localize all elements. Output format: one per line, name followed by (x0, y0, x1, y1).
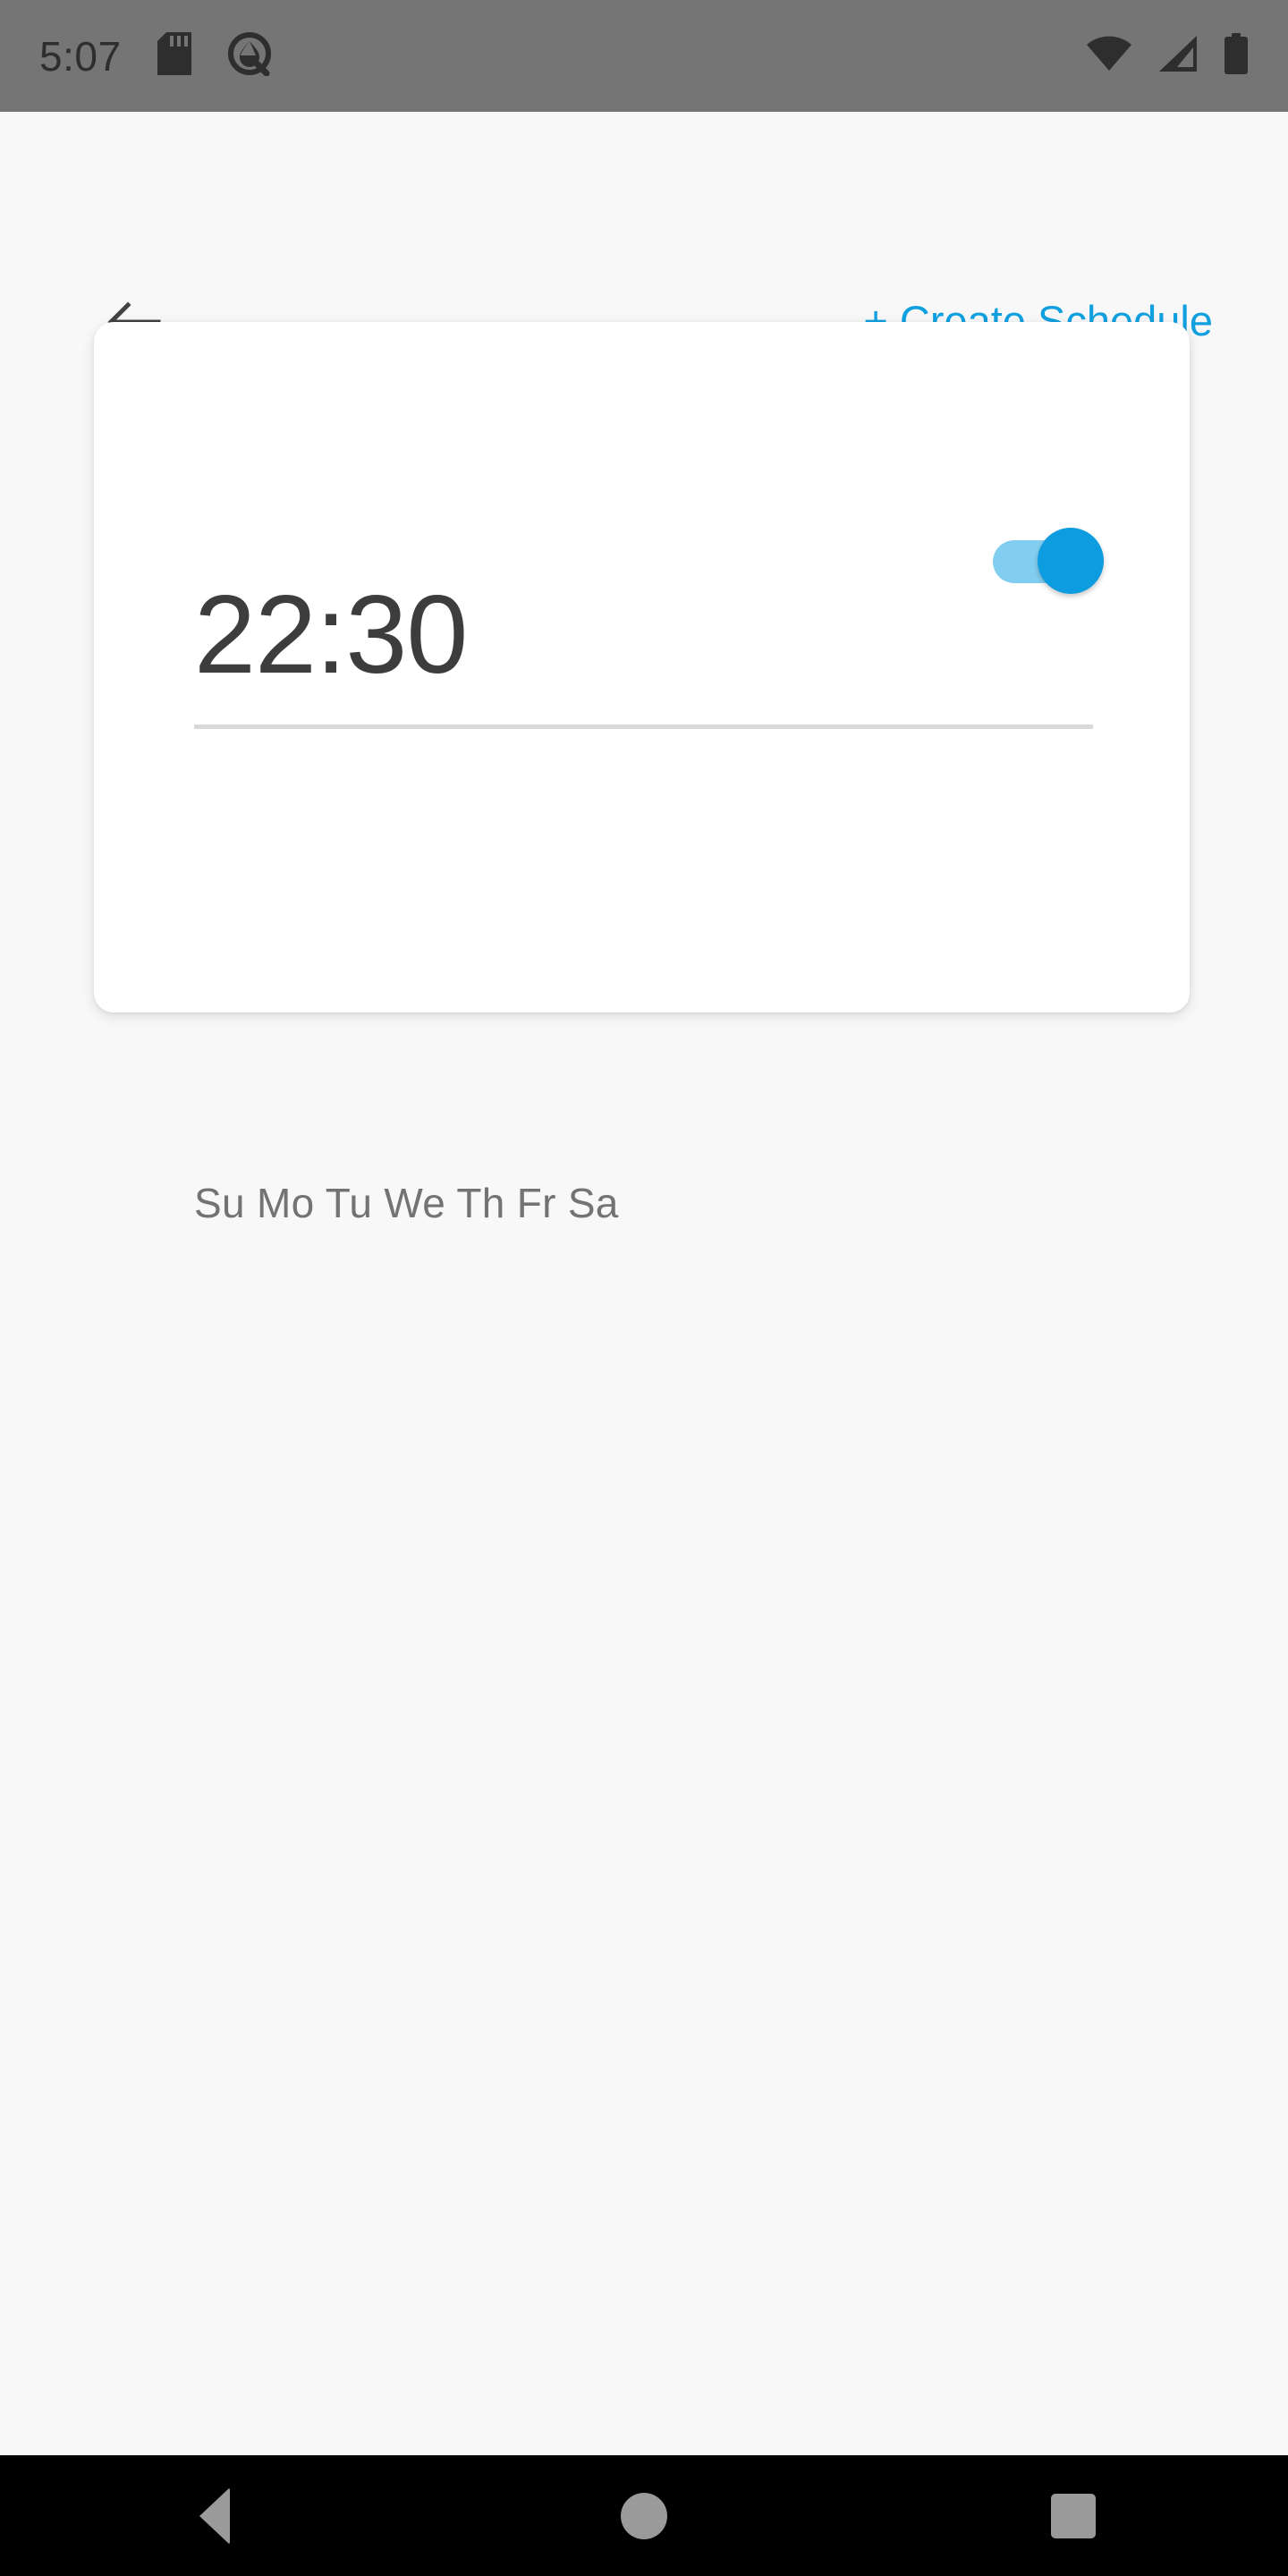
app-bar: + Create Schedule (0, 112, 1288, 344)
cellular-signal-icon (1157, 35, 1199, 77)
wifi-icon (1086, 35, 1132, 77)
nav-back-button[interactable] (125, 2455, 304, 2576)
android-navigation-bar (0, 2455, 1288, 2576)
battery-icon (1224, 33, 1249, 79)
schedule-card-divider (194, 724, 1093, 729)
status-bar-right (1086, 33, 1249, 79)
triangle-left-icon (199, 2487, 230, 2545)
phone-screen: 5:07 + Create Schedule 22:30 Su Mo Tu We… (0, 0, 1288, 2576)
status-bar-clock: 5:07 (39, 32, 122, 80)
schedule-card[interactable]: 22:30 Su Mo Tu We Th Fr Sa (94, 322, 1190, 1224)
toggle-thumb (1038, 528, 1104, 594)
schedule-card-header: 22:30 (94, 322, 1190, 724)
android-q-debug-icon (227, 31, 272, 80)
schedule-enabled-toggle[interactable] (993, 522, 1109, 597)
sd-card-icon (157, 32, 191, 80)
schedule-days-label[interactable]: Su Mo Tu We Th Fr Sa (194, 1182, 619, 1224)
nav-recents-button[interactable] (984, 2455, 1163, 2576)
schedule-time[interactable]: 22:30 (194, 580, 468, 691)
square-icon (1051, 2493, 1096, 2538)
circle-icon (621, 2492, 667, 2539)
status-bar: 5:07 (0, 0, 1288, 112)
status-bar-left: 5:07 (39, 31, 272, 80)
nav-home-button[interactable] (555, 2455, 733, 2576)
